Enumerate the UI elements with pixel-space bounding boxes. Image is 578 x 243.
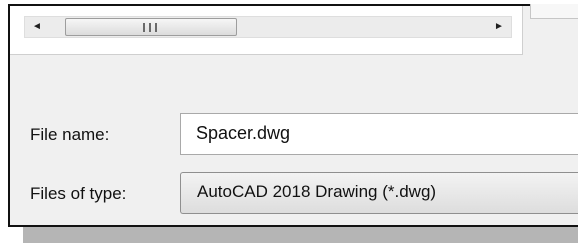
horizontal-scrollbar[interactable]: ◄ ► [24,16,512,38]
dialog-drop-shadow [23,226,578,243]
scroll-left-arrow-icon[interactable]: ◄ [25,17,49,37]
file-name-input[interactable]: Spacer.dwg [180,113,578,155]
scrollbar-thumb[interactable] [65,18,237,36]
file-list-area[interactable]: ◄ ► [10,6,523,55]
view-menu-button[interactable] [530,4,578,19]
file-dialog-panel: ◄ ► File name: Spacer.dwg Files of type:… [8,4,578,227]
file-type-label: Files of type: [30,184,127,203]
scrollbar-grip-icon [143,23,157,32]
scroll-right-arrow-icon[interactable]: ► [487,17,511,37]
file-type-dropdown[interactable]: AutoCAD 2018 Drawing (*.dwg) [180,172,578,214]
file-name-label: File name: [30,125,110,144]
